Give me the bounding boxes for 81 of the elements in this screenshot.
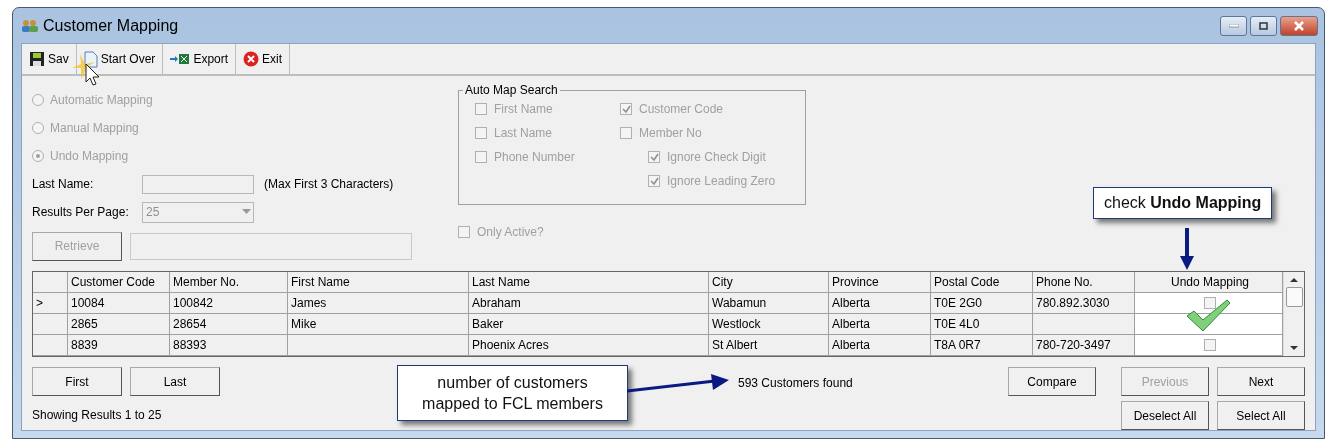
- field-label: Results Per Page:: [32, 205, 130, 219]
- table-cell: 28654: [170, 314, 288, 335]
- column-header[interactable]: First Name: [288, 272, 469, 293]
- checkbox[interactable]: [475, 103, 487, 115]
- checkbox[interactable]: [1204, 297, 1216, 309]
- toolbar-button[interactable]: Export: [163, 44, 237, 74]
- checkbox[interactable]: [648, 151, 660, 163]
- nav-button[interactable]: Next: [1217, 367, 1305, 396]
- table-cell: 780.892.3030: [1033, 293, 1135, 314]
- table-cell: 88393: [170, 335, 288, 356]
- group-title: Auto Map Search: [464, 83, 559, 97]
- results-text: Showing Results 1 to 25: [32, 408, 163, 422]
- row-header[interactable]: [33, 335, 68, 356]
- arrow-icon: [627, 371, 731, 395]
- scroll-thumb[interactable]: [1285, 287, 1303, 307]
- column-header[interactable]: Postal Code: [931, 272, 1033, 293]
- field-label: Last Name:: [32, 177, 95, 191]
- checkbox[interactable]: [648, 175, 660, 187]
- close-icon: [1293, 20, 1305, 31]
- checkbox[interactable]: [1204, 339, 1216, 351]
- close-button[interactable]: [1280, 15, 1318, 36]
- table-cell: 2865: [68, 314, 170, 335]
- nav-button[interactable]: First: [32, 367, 122, 396]
- table-cell: Abraham: [469, 293, 709, 314]
- scroll-up-icon: [1290, 277, 1298, 283]
- checkbox[interactable]: [475, 151, 487, 163]
- callout: check Undo Mapping: [1093, 187, 1273, 219]
- toolbar-button[interactable]: Sav: [22, 44, 77, 74]
- table-cell: Baker: [469, 314, 709, 335]
- table-cell: 100842: [170, 293, 288, 314]
- nav-button[interactable]: Last: [130, 367, 220, 396]
- checkbox[interactable]: [620, 127, 632, 139]
- status-text: 593 Customers found: [738, 376, 853, 390]
- table-cell: St Albert: [709, 335, 829, 356]
- table-cell: 780-720-3497: [1033, 335, 1135, 356]
- arrow-icon: [1179, 228, 1195, 272]
- select-button[interactable]: Deselect All: [1121, 401, 1209, 430]
- column-header[interactable]: City: [709, 272, 829, 293]
- row-header[interactable]: >: [33, 293, 68, 314]
- row-header[interactable]: [33, 314, 68, 335]
- window-title: Customer Mapping: [43, 16, 179, 35]
- toolbar-button[interactable]: Exit: [236, 44, 291, 74]
- checkbox[interactable]: [458, 226, 470, 238]
- table-cell: Westlock: [709, 314, 829, 335]
- select-button[interactable]: Select All: [1217, 401, 1305, 430]
- people-icon: [21, 18, 39, 33]
- header-corner: [33, 272, 68, 293]
- table-cell: Wabamun: [709, 293, 829, 314]
- minimize-icon: [1228, 23, 1239, 28]
- checkbox[interactable]: [620, 103, 632, 115]
- table-cell: Phoenix Acres: [469, 335, 709, 356]
- hint-text: (Max First 3 Characters): [264, 177, 394, 191]
- column-header[interactable]: Member No.: [170, 272, 288, 293]
- table-cell: 8839: [68, 335, 170, 356]
- table-cell: James: [288, 293, 469, 314]
- table-cell: T8A 0R7: [931, 335, 1033, 356]
- compare-button[interactable]: Compare: [1008, 367, 1096, 396]
- scroll-down-icon: [1290, 345, 1298, 351]
- column-header[interactable]: Last Name: [469, 272, 709, 293]
- minimize-button[interactable]: [1220, 15, 1247, 36]
- checkbox[interactable]: [475, 127, 487, 139]
- maximize-icon: [1259, 21, 1268, 30]
- column-header[interactable]: Undo Mapping: [1135, 272, 1283, 293]
- table-cell: T0E 2G0: [931, 293, 1033, 314]
- table-cell: 10084: [68, 293, 170, 314]
- table-cell: Mike: [288, 314, 469, 335]
- scrollbar[interactable]: [1283, 272, 1304, 356]
- spreadsheet-export-icon: [170, 52, 191, 66]
- input-field[interactable]: [130, 232, 412, 260]
- column-header[interactable]: Phone No.: [1033, 272, 1135, 293]
- maximize-button[interactable]: [1250, 15, 1277, 36]
- column-header[interactable]: Customer Code: [68, 272, 170, 293]
- table-cell: Alberta: [829, 335, 931, 356]
- close-icon: [243, 51, 260, 67]
- input-field[interactable]: [142, 174, 254, 194]
- caret-icon: [242, 209, 251, 215]
- column-header[interactable]: Province: [829, 272, 931, 293]
- table-cell: Alberta: [829, 314, 931, 335]
- table-cell: T0E 4L0: [931, 314, 1033, 335]
- callout: number of customers mapped to FCL members: [397, 365, 628, 421]
- table-cell: Alberta: [829, 293, 931, 314]
